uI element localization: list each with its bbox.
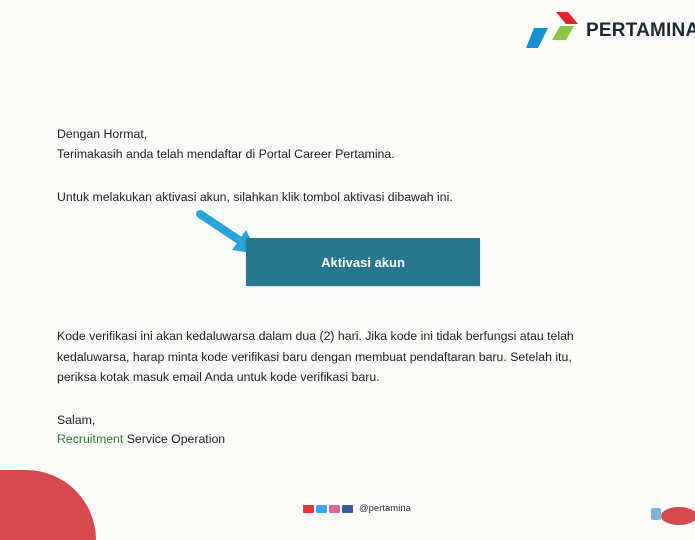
youtube-icon[interactable] bbox=[303, 504, 314, 513]
brand-name: PERTAMINA bbox=[586, 20, 695, 41]
instruction-text: Untuk melakukan aktivasi akun, silahkan … bbox=[57, 190, 453, 204]
social-handle[interactable]: @pertamina bbox=[359, 503, 411, 514]
footer-decoration-right bbox=[651, 507, 695, 525]
verification-notice: Kode verifikasi ini akan kedaluwarsa dal… bbox=[57, 326, 574, 388]
greeting-text: Dengan Hormat, bbox=[57, 127, 148, 141]
facebook-icon[interactable] bbox=[342, 504, 353, 513]
thanks-text: Terimakasih anda telah mendaftar di Port… bbox=[57, 147, 395, 161]
closing-text: Salam, bbox=[57, 413, 96, 427]
notice-line: Kode verifikasi ini akan kedaluwarsa dal… bbox=[57, 329, 574, 343]
notice-line: periksa kotak masuk email Anda untuk kod… bbox=[57, 370, 380, 384]
activate-account-button[interactable]: Aktivasi akun bbox=[246, 238, 480, 286]
pertamina-emblem-icon bbox=[526, 12, 578, 48]
notice-line: kedaluwarsa, harap minta kode verifikasi… bbox=[57, 349, 572, 364]
pertamina-logo: PERTAMINA bbox=[526, 8, 695, 50]
signature-highlight: Recruitment bbox=[57, 432, 124, 446]
instagram-icon[interactable] bbox=[329, 504, 340, 513]
social-links: @pertamina bbox=[303, 503, 411, 514]
signature-rest: Service Operation bbox=[123, 432, 226, 446]
footer-decoration-left bbox=[0, 470, 96, 540]
twitter-icon[interactable] bbox=[316, 504, 327, 513]
signature: Recruitment Service Operation bbox=[57, 430, 225, 449]
